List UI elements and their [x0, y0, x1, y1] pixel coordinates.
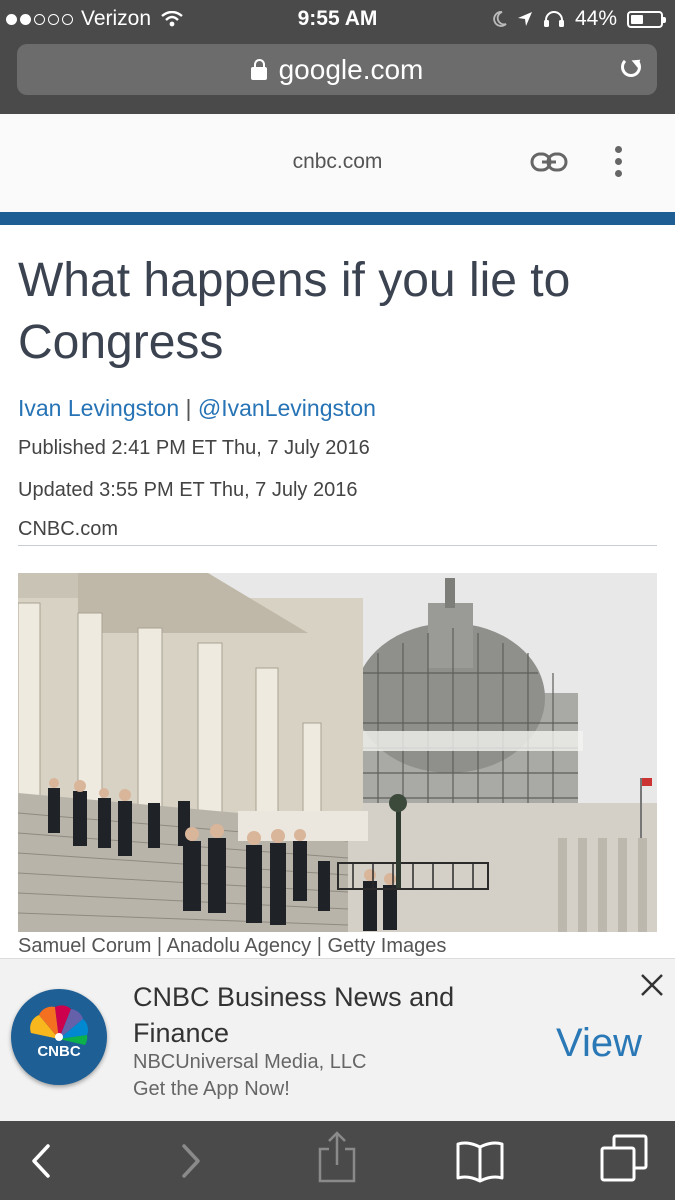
- bookmarks-icon[interactable]: [452, 1121, 508, 1200]
- byline: Ivan Levingston | @IvanLevingston: [18, 395, 376, 422]
- app-publisher: NBCUniversal Media, LLC: [133, 1051, 367, 1073]
- amp-header: cnbc.com: [0, 114, 675, 212]
- more-options-icon[interactable]: [614, 146, 624, 182]
- byline-separator: |: [185, 395, 192, 421]
- status-bar: Verizon 9:55 AM 44%: [0, 0, 675, 38]
- moon-icon: [493, 11, 507, 27]
- address-url: google.com: [278, 53, 424, 85]
- updated-date: Updated 3:55 PM ET Thu, 7 July 2016: [18, 479, 358, 501]
- battery-percent: 44%: [574, 7, 617, 30]
- app-logo-text: CNBC: [37, 1043, 80, 1060]
- link-icon[interactable]: [530, 151, 568, 173]
- headphones-icon: [543, 11, 564, 27]
- article-headline: What happens if you lie to Congress: [18, 254, 571, 369]
- app-title: CNBC Business News and Finance: [133, 982, 455, 1048]
- browser-address-area: google.com: [0, 38, 675, 114]
- reload-icon[interactable]: [621, 57, 641, 77]
- lock-icon: [250, 59, 267, 80]
- status-right: 44%: [493, 7, 666, 31]
- forward-icon[interactable]: [170, 1121, 210, 1200]
- battery-icon: [627, 10, 666, 28]
- accent-rule: [0, 212, 675, 225]
- peacock-logo-icon: CNBC: [30, 1005, 89, 1060]
- location-arrow-icon: [517, 12, 532, 26]
- capitol-building-photo: [18, 573, 657, 932]
- amp-domain-link[interactable]: cnbc.com: [0, 150, 675, 174]
- article-photo: [18, 573, 657, 932]
- app-call-to-action: Get the App Now!: [133, 1078, 290, 1100]
- view-app-button[interactable]: View: [556, 1021, 642, 1066]
- article-source: CNBC.com: [18, 518, 657, 546]
- photo-caption: Samuel Corum | Anadolu Agency | Getty Im…: [18, 935, 447, 957]
- cnbc-app-logo[interactable]: CNBC: [11, 989, 107, 1085]
- published-date: Published 2:41 PM ET Thu, 7 July 2016: [18, 437, 370, 459]
- back-icon[interactable]: [22, 1121, 62, 1200]
- tabs-icon[interactable]: [598, 1121, 650, 1200]
- author-link[interactable]: Ivan Levingston: [18, 395, 179, 421]
- app-install-banner: CNBC CNBC Business News and Finance NBCU…: [0, 958, 675, 1122]
- browser-toolbar: [0, 1121, 675, 1200]
- share-icon[interactable]: [314, 1121, 360, 1200]
- author-handle-link[interactable]: @IvanLevingston: [198, 395, 376, 421]
- address-bar[interactable]: google.com: [17, 44, 657, 95]
- close-icon[interactable]: [640, 973, 664, 997]
